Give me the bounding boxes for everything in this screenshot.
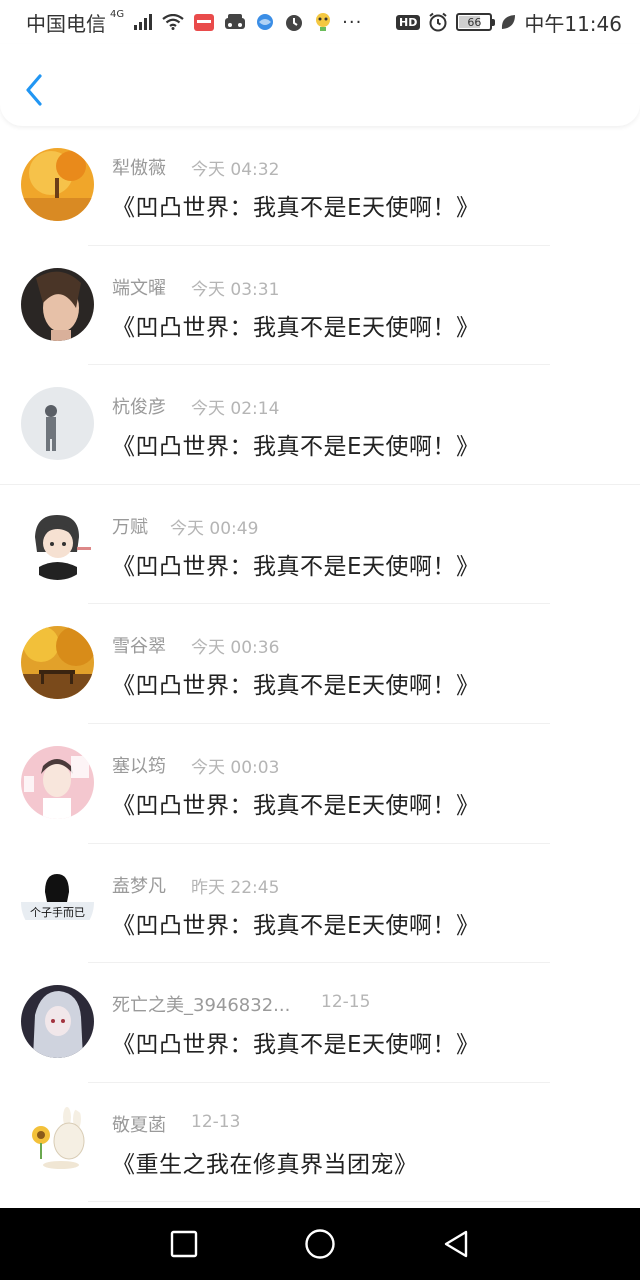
- list-item[interactable]: 个子手而已 盍梦凡 昨天 22:45 《凹凸世界：我真不是E天使啊！》: [0, 844, 640, 964]
- home-button[interactable]: [300, 1224, 340, 1264]
- bunny-sunflower-avatar[interactable]: [21, 1104, 94, 1178]
- battery-indicator: 66: [456, 13, 496, 31]
- clock-time: 中午11:46: [524, 11, 622, 36]
- browser-app-icon: [256, 13, 274, 31]
- comment-time: 今天 04:32: [191, 160, 280, 180]
- car-app-icon: [224, 13, 246, 31]
- person-fog-avatar[interactable]: [21, 387, 94, 461]
- leaf-icon: [500, 13, 516, 31]
- book-title[interactable]: 《凹凸世界：我真不是E天使啊！》: [112, 786, 480, 820]
- list-item[interactable]: 万赋 今天 00:49 《凹凸世界：我真不是E天使啊！》: [0, 485, 640, 605]
- commenter-name[interactable]: 敬夏菡: [112, 1111, 166, 1137]
- recent-apps-button[interactable]: [164, 1224, 204, 1264]
- list-item[interactable]: 塞以筠 今天 00:03 《凹凸世界：我真不是E天使啊！》: [0, 724, 640, 844]
- bench-autumn-avatar[interactable]: [21, 626, 94, 700]
- signal-icon: [134, 14, 153, 30]
- book-title[interactable]: 《重生之我在修真界当团宠》: [112, 1145, 418, 1179]
- back-button[interactable]: [18, 72, 50, 108]
- comment-list[interactable]: 犁傲薇 今天 04:32 《凹凸世界：我真不是E天使啊！》 端文曜 今天 03:…: [0, 126, 640, 1208]
- book-title[interactable]: 《凹凸世界：我真不是E天使啊！》: [112, 906, 480, 940]
- battery-level: 66: [467, 15, 482, 29]
- alarm-app-icon: [284, 12, 304, 32]
- book-title[interactable]: 《凹凸世界：我真不是E天使啊！》: [112, 188, 480, 222]
- commenter-name[interactable]: 塞以筠: [112, 752, 166, 778]
- commenter-name[interactable]: 杭俊彦: [112, 393, 166, 419]
- circle-icon: [305, 1229, 335, 1259]
- commenter-name[interactable]: 盍梦凡: [112, 872, 166, 898]
- comment-time: 昨天 22:45: [191, 877, 280, 898]
- girl-portrait-avatar[interactable]: [21, 267, 94, 341]
- carrier-label: 中国电信: [26, 11, 106, 36]
- list-item[interactable]: 犁傲薇 今天 04:32 《凹凸世界：我真不是E天使啊！》: [0, 126, 640, 246]
- network-type-label: 4G: [110, 8, 125, 20]
- comment-time: 12-15: [321, 992, 371, 1013]
- avatar-caption: 个子手而已: [30, 905, 85, 919]
- system-nav-bar: [0, 1208, 640, 1280]
- autumn-tree-avatar[interactable]: [21, 148, 94, 221]
- anime-silver-hair-avatar[interactable]: [21, 985, 94, 1059]
- list-item[interactable]: 死亡之美_3946832... 12-15 《凹凸世界：我真不是E天使啊！》: [0, 963, 640, 1083]
- divider: [88, 1201, 550, 1203]
- status-bar: 中国电信 4G ··· HD 66 中午11:46: [0, 0, 640, 44]
- book-title[interactable]: 《凹凸世界：我真不是E天使啊！》: [112, 427, 480, 461]
- wifi-icon: [162, 14, 184, 30]
- alarm-clock-icon: [428, 12, 448, 32]
- comment-time: 今天 02:14: [191, 399, 280, 420]
- book-title[interactable]: 《凹凸世界：我真不是E天使啊！》: [112, 666, 480, 700]
- comment-time: 今天 00:36: [191, 638, 280, 659]
- list-item[interactable]: 端文曜 今天 03:31 《凹凸世界：我真不是E天使啊！》: [0, 246, 640, 366]
- list-item[interactable]: 杭俊彦 今天 02:14 《凹凸世界：我真不是E天使啊！》: [0, 365, 640, 485]
- commenter-name[interactable]: 万赋: [112, 513, 148, 539]
- commenter-name[interactable]: 死亡之美_3946832...: [112, 991, 290, 1017]
- book-title[interactable]: 《凹凸世界：我真不是E天使啊！》: [112, 547, 480, 581]
- book-title[interactable]: 《凹凸世界：我真不是E天使啊！》: [112, 1025, 480, 1059]
- comment-time: 12-13: [191, 1111, 241, 1132]
- status-left: 中国电信 4G ···: [26, 8, 396, 37]
- commenter-name[interactable]: 端文曜: [112, 274, 166, 300]
- comment-time: 今天 03:31: [191, 279, 280, 300]
- list-item[interactable]: 敬夏菡 12-13 《重生之我在修真界当团宠》: [0, 1083, 640, 1203]
- bw-text-avatar[interactable]: 个子手而已: [21, 865, 94, 939]
- shopping-app-icon: [194, 12, 215, 32]
- birthday-idol-avatar[interactable]: [21, 745, 94, 819]
- triangle-back-icon: [444, 1230, 468, 1258]
- more-notifications-icon: ···: [342, 11, 363, 33]
- square-icon: [170, 1230, 198, 1258]
- book-title[interactable]: 《凹凸世界：我真不是E天使啊！》: [112, 308, 480, 342]
- commenter-name[interactable]: 雪谷翠: [112, 632, 166, 658]
- comment-time: 今天 00:03: [191, 757, 280, 778]
- comment-time: 今天 00:49: [170, 518, 259, 539]
- top-nav-bar: [0, 44, 640, 126]
- status-right: HD 66 中午11:46: [396, 8, 622, 37]
- commenter-name[interactable]: 犁傲薇: [112, 154, 166, 180]
- hd-badge: HD: [396, 14, 421, 30]
- chevron-left-icon: [26, 74, 42, 106]
- anime-boy-avatar[interactable]: [21, 506, 94, 580]
- list-item[interactable]: 雪谷翠 今天 00:36 《凹凸世界：我真不是E天使啊！》: [0, 604, 640, 724]
- mascot-app-icon: [314, 12, 332, 32]
- system-back-button[interactable]: [436, 1224, 476, 1264]
